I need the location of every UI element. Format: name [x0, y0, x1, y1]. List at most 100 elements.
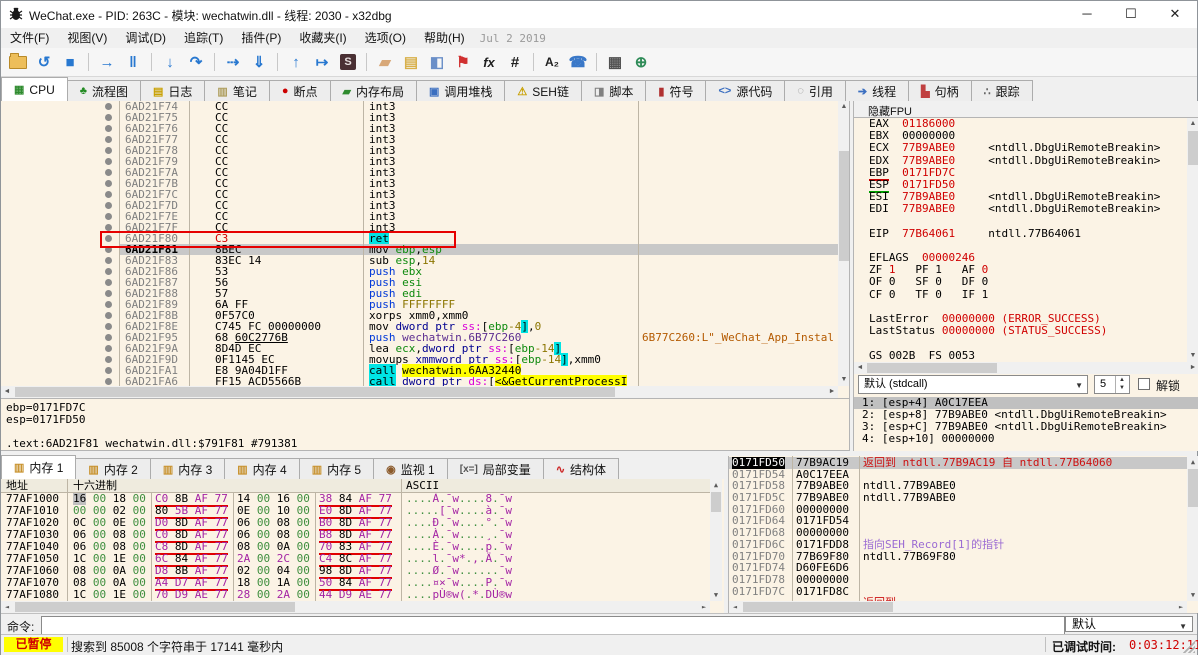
menu-item-t[interactable]: 追踪(T)	[175, 29, 232, 47]
calculator-icon[interactable]: ▦	[603, 51, 627, 73]
breakpoint-dot[interactable]	[105, 224, 112, 231]
stack-row[interactable]: 0171FD6C0171FDD8指向SEH_Record[1]的指针	[729, 539, 1187, 551]
menu-item-v[interactable]: 视图(V)	[58, 29, 116, 47]
animate-into-icon[interactable]: ⇢	[221, 51, 245, 73]
minimize-button[interactable]: ─	[1065, 1, 1109, 27]
breakpoint-dot[interactable]	[105, 103, 112, 110]
breakpoint-dot[interactable]	[105, 367, 112, 374]
registers-horizontal-scrollbar[interactable]: ◄ ►	[854, 362, 1198, 374]
tab-引用[interactable]: ◌引用	[785, 80, 846, 101]
disasm-row[interactable]: 6AD21FA6FF15 ACD5566Bcall dword ptr ds:[…	[1, 376, 838, 386]
register-line[interactable]: EDI 77B9ABE0 <ntdll.DbgUiRemoteBreakin>	[854, 203, 1186, 215]
registers-pane[interactable]: 隐藏FPU EAX 01186000EBX 00000000ECX 77B9AB…	[853, 101, 1198, 451]
arguments-list[interactable]: 1: [esp+4] A0C17EEA2: [esp+8] 77B9ABE0 <…	[854, 397, 1198, 451]
tab-内存布局[interactable]: ▰内存布局	[331, 80, 417, 101]
tab-脚本[interactable]: ◨脚本	[582, 80, 646, 101]
breakpoint-dot[interactable]	[105, 180, 112, 187]
registers-list[interactable]: EAX 01186000EBX 00000000ECX 77B9ABE0 <nt…	[854, 118, 1186, 362]
unlock-checkbox[interactable]	[1138, 378, 1150, 390]
menu-item-p[interactable]: 插件(P)	[232, 29, 290, 47]
register-line[interactable]: GS 002B FS 0053	[854, 350, 1186, 362]
command-type-dropdown[interactable]: 默认 ▼	[1065, 616, 1193, 632]
memory-map-icon[interactable]: #	[503, 51, 527, 73]
breakpoint-dot[interactable]	[105, 345, 112, 352]
tab-调用堆栈[interactable]: ▣调用堆栈	[417, 80, 505, 101]
tab-笔记[interactable]: ▥笔记	[205, 80, 269, 101]
stack-horizontal-scrollbar[interactable]: ◄ ►	[729, 601, 1187, 613]
tab-内存 3[interactable]: ▥内存 3	[151, 458, 225, 479]
close-button[interactable]: ✕	[1153, 1, 1197, 27]
restart-icon[interactable]: ↺	[32, 51, 56, 73]
phone-icon[interactable]: ☎	[566, 51, 590, 73]
breakpoint-dot[interactable]	[105, 323, 112, 330]
functions-icon[interactable]: fx	[477, 51, 501, 73]
breakpoint-dot[interactable]	[105, 202, 112, 209]
tab-内存 1[interactable]: ▥内存 1	[1, 455, 76, 479]
tab-内存 5[interactable]: ▥内存 5	[300, 458, 374, 479]
breakpoint-dot[interactable]	[105, 191, 112, 198]
breakpoint-dot[interactable]	[105, 290, 112, 297]
breakpoint-dot[interactable]	[105, 246, 112, 253]
tab-流程图[interactable]: ♣流程图	[68, 80, 141, 101]
register-line[interactable]: LastStatus 00000000 (STATUS_SUCCESS)	[854, 325, 1186, 337]
calling-convention-dropdown[interactable]: 默认 (stdcall) ▼	[858, 375, 1088, 394]
breakpoint-dot[interactable]	[105, 114, 112, 121]
tab-监视 1[interactable]: ◉监视 1	[374, 458, 448, 479]
breakpoint-dot[interactable]	[105, 147, 112, 154]
breakpoint-dot[interactable]	[105, 257, 112, 264]
breakpoint-dot[interactable]	[105, 378, 112, 385]
breakpoint-dot[interactable]	[105, 213, 112, 220]
bookmarks-icon[interactable]: ⚑	[451, 51, 475, 73]
argument-count-stepper[interactable]: 5 ▲▼	[1094, 375, 1130, 394]
command-input[interactable]	[41, 616, 1065, 636]
breakpoint-dot[interactable]	[105, 301, 112, 308]
strings-icon[interactable]: A₂	[540, 51, 564, 73]
comments-icon[interactable]: ▤	[399, 51, 423, 73]
hide-fpu-button[interactable]: 隐藏FPU	[854, 101, 1198, 118]
breakpoint-dot[interactable]	[105, 169, 112, 176]
open-file-icon[interactable]	[6, 51, 30, 73]
register-line[interactable]: EIP 77B64061 ntdll.77B64061	[854, 228, 1186, 240]
memory-dump-pane[interactable]: 地址 十六进制 ASCII 77AF100016 00 18 00C0 8B A…	[1, 479, 724, 613]
tab-日志[interactable]: ▤日志	[141, 80, 205, 101]
stack-row[interactable]: 0171FD5C77B9ABE0ntdll.77B9ABE0	[729, 492, 1187, 504]
tab-线程[interactable]: ➔线程	[846, 80, 909, 101]
dump-vertical-scrollbar[interactable]: ▲ ▼	[710, 479, 722, 601]
run-to-user-code-icon[interactable]: ↦	[310, 51, 334, 73]
disasm-vertical-scrollbar[interactable]: ▲ ▼	[838, 101, 850, 386]
tab-内存 4[interactable]: ▥内存 4	[225, 458, 299, 479]
patches-icon[interactable]: ▰	[373, 51, 397, 73]
tab-CPU[interactable]: ▦CPU	[1, 77, 68, 101]
tab-局部变量[interactable]: [x=]局部变量	[448, 458, 544, 479]
tab-内存 2[interactable]: ▥内存 2	[76, 458, 150, 479]
argument-row[interactable]: 4: [esp+10] 00000000	[854, 433, 1198, 445]
animate-over-icon[interactable]: ⇓	[247, 51, 271, 73]
breakpoint-dot[interactable]	[105, 235, 112, 242]
stack-pane[interactable]: 0171FD5077B9AC19返回到 ntdll.77B9AC19 自 ntd…	[728, 456, 1198, 613]
labels-icon[interactable]: ◧	[425, 51, 449, 73]
maximize-button[interactable]: ☐	[1109, 1, 1153, 27]
menu-item-o[interactable]: 选项(O)	[356, 29, 415, 47]
breakpoint-dot[interactable]	[105, 136, 112, 143]
stack-row[interactable]: 0171FD7800000000	[729, 574, 1187, 586]
menu-item-h[interactable]: 帮助(H)	[415, 29, 474, 47]
breakpoint-dot[interactable]	[105, 312, 112, 319]
tab-SEH链[interactable]: ⚠SEH链	[505, 80, 582, 101]
run-icon[interactable]: →	[95, 51, 119, 73]
vertical-splitter[interactable]	[850, 101, 853, 451]
menu-item-i[interactable]: 收藏夹(I)	[290, 29, 355, 47]
resize-grip[interactable]	[1183, 641, 1195, 653]
tab-句柄[interactable]: ▙句柄	[909, 80, 971, 101]
disasm-horizontal-scrollbar[interactable]: ◄ ►	[1, 386, 838, 398]
step-over-icon[interactable]: ↷	[184, 51, 208, 73]
breakpoint-dot[interactable]	[105, 356, 112, 363]
registers-vertical-scrollbar[interactable]: ▲ ▼	[1187, 118, 1198, 362]
skip-exceptions-icon[interactable]: S	[336, 51, 360, 73]
tab-源代码[interactable]: <>源代码	[706, 80, 785, 101]
breakpoint-dot[interactable]	[105, 158, 112, 165]
dump-row[interactable]: 77AF10801C 00 1E 0070 D9 AE 7728 00 2A 0…	[1, 589, 710, 601]
breakpoint-dot[interactable]	[105, 268, 112, 275]
globe-icon[interactable]: ⊕	[629, 51, 653, 73]
breakpoint-dot[interactable]	[105, 125, 112, 132]
stack-row[interactable]: 0171FD7C0171FD8C	[729, 586, 1187, 598]
